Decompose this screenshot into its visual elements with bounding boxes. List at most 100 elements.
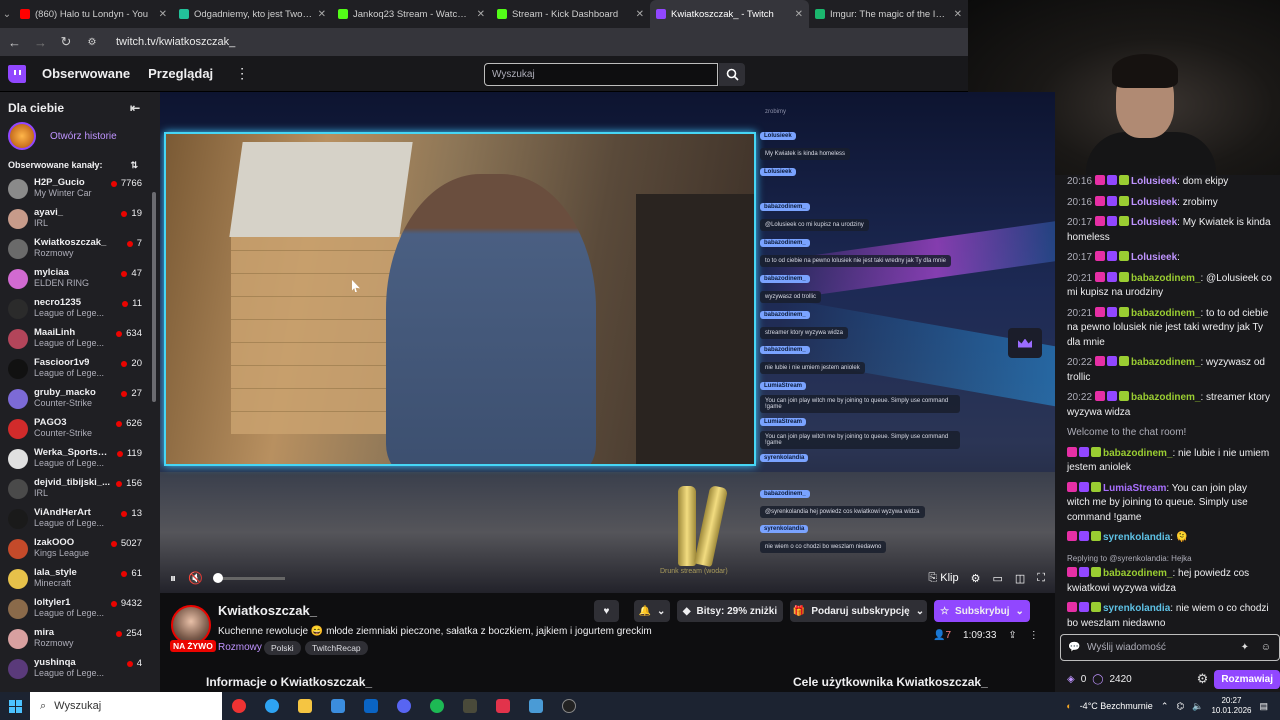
tag-twitchrecap[interactable]: TwitchRecap: [305, 641, 368, 655]
followed-channel-item[interactable]: Fascioor1v9 League of Lege... 20: [0, 355, 160, 385]
close-tab-icon[interactable]: ✕: [318, 9, 326, 20]
more-options-icon[interactable]: ⋮: [1029, 630, 1039, 641]
notifications-button[interactable]: 🔔 ⌄: [634, 600, 670, 622]
emote-picker-icon[interactable]: ☺: [1261, 635, 1271, 660]
fullscreen-icon[interactable]: ⛶: [1037, 572, 1045, 585]
tab-list-icon[interactable]: ⌄: [0, 0, 14, 28]
bits-cheer-icon[interactable]: ✦: [1241, 635, 1249, 660]
mute-icon[interactable]: 🔇: [188, 571, 203, 585]
more-menu-icon[interactable]: ⋮: [235, 65, 249, 82]
chat-username[interactable]: Lolusieek: [1131, 176, 1177, 187]
gift-sub-button[interactable]: 🎁 Podaruj subskrypcję ⌄: [790, 600, 927, 622]
browser-tab[interactable]: Stream - Kick Dashboard ✕: [491, 0, 650, 28]
forward-icon[interactable]: →: [34, 35, 47, 50]
channel-avatar[interactable]: [171, 605, 211, 645]
tray-chevron-icon[interactable]: ⌃: [1161, 701, 1169, 712]
close-tab-icon[interactable]: ✕: [636, 9, 644, 20]
chat-input[interactable]: 💬 Wyślij wiadomość ✦ ☺: [1060, 634, 1280, 661]
video-player[interactable]: zrobimy Lolusieek My Kwiatek is kinda home…: [160, 92, 1055, 593]
chat-username[interactable]: Lolusieek: [1131, 197, 1177, 208]
explorer-icon[interactable]: [288, 692, 321, 720]
channel-points-icon[interactable]: ◈: [1067, 674, 1075, 685]
weather-icon[interactable]: ◐: [1066, 701, 1071, 711]
close-tab-icon[interactable]: ✕: [795, 9, 803, 20]
chat-username[interactable]: babazodinem_: [1103, 448, 1172, 459]
spotify-icon[interactable]: [420, 692, 453, 720]
twitch-logo-icon[interactable]: [8, 64, 26, 83]
clip-button[interactable]: ⎘ Klip: [928, 572, 958, 585]
channel-name[interactable]: Kwiatkoszczak_: [218, 603, 317, 618]
store-icon[interactable]: [321, 692, 354, 720]
chat-rules-icon[interactable]: 💬: [1068, 635, 1080, 660]
followed-channel-item[interactable]: necro1235 League of Lege... 11: [0, 295, 160, 325]
sidebar-toggle-icon[interactable]: ◫: [1015, 572, 1025, 585]
start-button[interactable]: [0, 699, 30, 713]
reload-icon[interactable]: ↻: [60, 34, 72, 50]
chat-username[interactable]: syrenkolandia: [1103, 532, 1170, 543]
app-icon-2[interactable]: [486, 692, 519, 720]
notifications-icon[interactable]: ▤: [1259, 701, 1268, 712]
followed-channel-item[interactable]: H2P_Gucio My Winter Car 7766: [0, 175, 160, 205]
back-icon[interactable]: ←: [8, 35, 21, 50]
chat-send-button[interactable]: Rozmawiaj: [1214, 669, 1280, 689]
followed-channel-item[interactable]: Kwiatkoszczak_ Rozmowy 7: [0, 235, 160, 265]
browser-tab[interactable]: Kwiatkoszczak_ - Twitch ✕: [650, 0, 809, 28]
pause-icon[interactable]: ⏸: [170, 571, 176, 586]
followed-channel-item[interactable]: mira Rozmowy 254: [0, 625, 160, 655]
tag-polski[interactable]: Polski: [264, 641, 301, 655]
follow-heart-button[interactable]: ♥: [594, 600, 619, 622]
crown-icon[interactable]: [1008, 328, 1042, 358]
chat-username[interactable]: syrenkolandia: [1103, 603, 1170, 614]
search-input[interactable]: Wyszukaj: [484, 63, 718, 86]
taskbar-search[interactable]: ⌕ Wyszukaj: [30, 692, 222, 720]
bits-button[interactable]: ◆ Bitsy: 29% zniżki: [677, 600, 783, 622]
browser-tab[interactable]: Jankoq23 Stream - Watch Live ✕: [332, 0, 491, 28]
volume-slider[interactable]: [212, 572, 285, 583]
outlook-icon[interactable]: [354, 692, 387, 720]
followed-channel-item[interactable]: ayavi_ IRL 19: [0, 205, 160, 235]
followed-channel-item[interactable]: Werka_Sportsm... League of Lege... 119: [0, 445, 160, 475]
clock[interactable]: 20:27 10.01.2026: [1211, 696, 1251, 716]
followed-channel-item[interactable]: loltyler1 League of Lege... 9432: [0, 595, 160, 625]
site-info-icon[interactable]: ⚙: [86, 37, 98, 48]
stream-category[interactable]: Rozmowy: [218, 642, 262, 653]
browser-tab[interactable]: (860) Halo tu Londyn - You ✕: [14, 0, 173, 28]
followed-channel-item[interactable]: IzakOOO Kings League 5027: [0, 535, 160, 565]
chat-username[interactable]: Lolusieek: [1131, 252, 1177, 263]
followed-channel-item[interactable]: MaaiLinh League of Lege... 634: [0, 325, 160, 355]
close-tab-icon[interactable]: ✕: [477, 9, 485, 20]
chat-settings-icon[interactable]: ⚙: [1197, 671, 1209, 687]
app-icon-3[interactable]: [519, 692, 552, 720]
chat-username[interactable]: babazodinem_: [1131, 392, 1200, 403]
followed-channel-item[interactable]: dejvid_tibijski_... IRL 156: [0, 475, 160, 505]
nav-following[interactable]: Obserwowane: [42, 66, 130, 81]
chat-username[interactable]: Lolusieek: [1131, 217, 1177, 228]
chat-username[interactable]: babazodinem_: [1131, 357, 1200, 368]
search-button[interactable]: [719, 63, 745, 86]
weather-label[interactable]: -4°C Bezchmurnie: [1080, 701, 1153, 711]
app-icon-4[interactable]: [552, 692, 585, 720]
followed-channel-item[interactable]: lala_style Minecraft 61: [0, 565, 160, 595]
chat-username[interactable]: LumiaStream: [1103, 483, 1166, 494]
close-tab-icon[interactable]: ✕: [159, 9, 167, 20]
followed-channel-item[interactable]: yushinqa League of Lege... 4: [0, 655, 160, 685]
sidebar-scrollbar[interactable]: [152, 192, 156, 402]
app-icon-1[interactable]: [453, 692, 486, 720]
subscribe-button[interactable]: ☆ Subskrybuj ⌄: [934, 600, 1030, 622]
followed-channel-item[interactable]: ViAndHerArt League of Lege... 13: [0, 505, 160, 535]
nav-browse[interactable]: Przeglądaj: [148, 66, 213, 81]
sort-icon[interactable]: ⇅: [130, 160, 138, 171]
share-icon[interactable]: ⇪: [1008, 630, 1016, 641]
close-tab-icon[interactable]: ✕: [954, 9, 962, 20]
discord-icon[interactable]: [387, 692, 420, 720]
theatre-mode-icon[interactable]: ▭: [992, 572, 1002, 585]
open-stories[interactable]: Otwórz historie: [0, 115, 160, 150]
followed-channel-item[interactable]: gruby_macko Counter-Strike 27: [0, 385, 160, 415]
chat-username[interactable]: babazodinem_: [1131, 273, 1200, 284]
url-field[interactable]: twitch.tv/kwiatkoszczak_: [116, 36, 235, 48]
volume-icon[interactable]: 🔈: [1192, 701, 1203, 712]
settings-icon[interactable]: ⚙: [971, 572, 981, 585]
followed-channel-item[interactable]: PAGO3 Counter-Strike 626: [0, 415, 160, 445]
chat-username[interactable]: babazodinem_: [1131, 308, 1200, 319]
points-circle-icon[interactable]: ◯: [1092, 674, 1103, 685]
